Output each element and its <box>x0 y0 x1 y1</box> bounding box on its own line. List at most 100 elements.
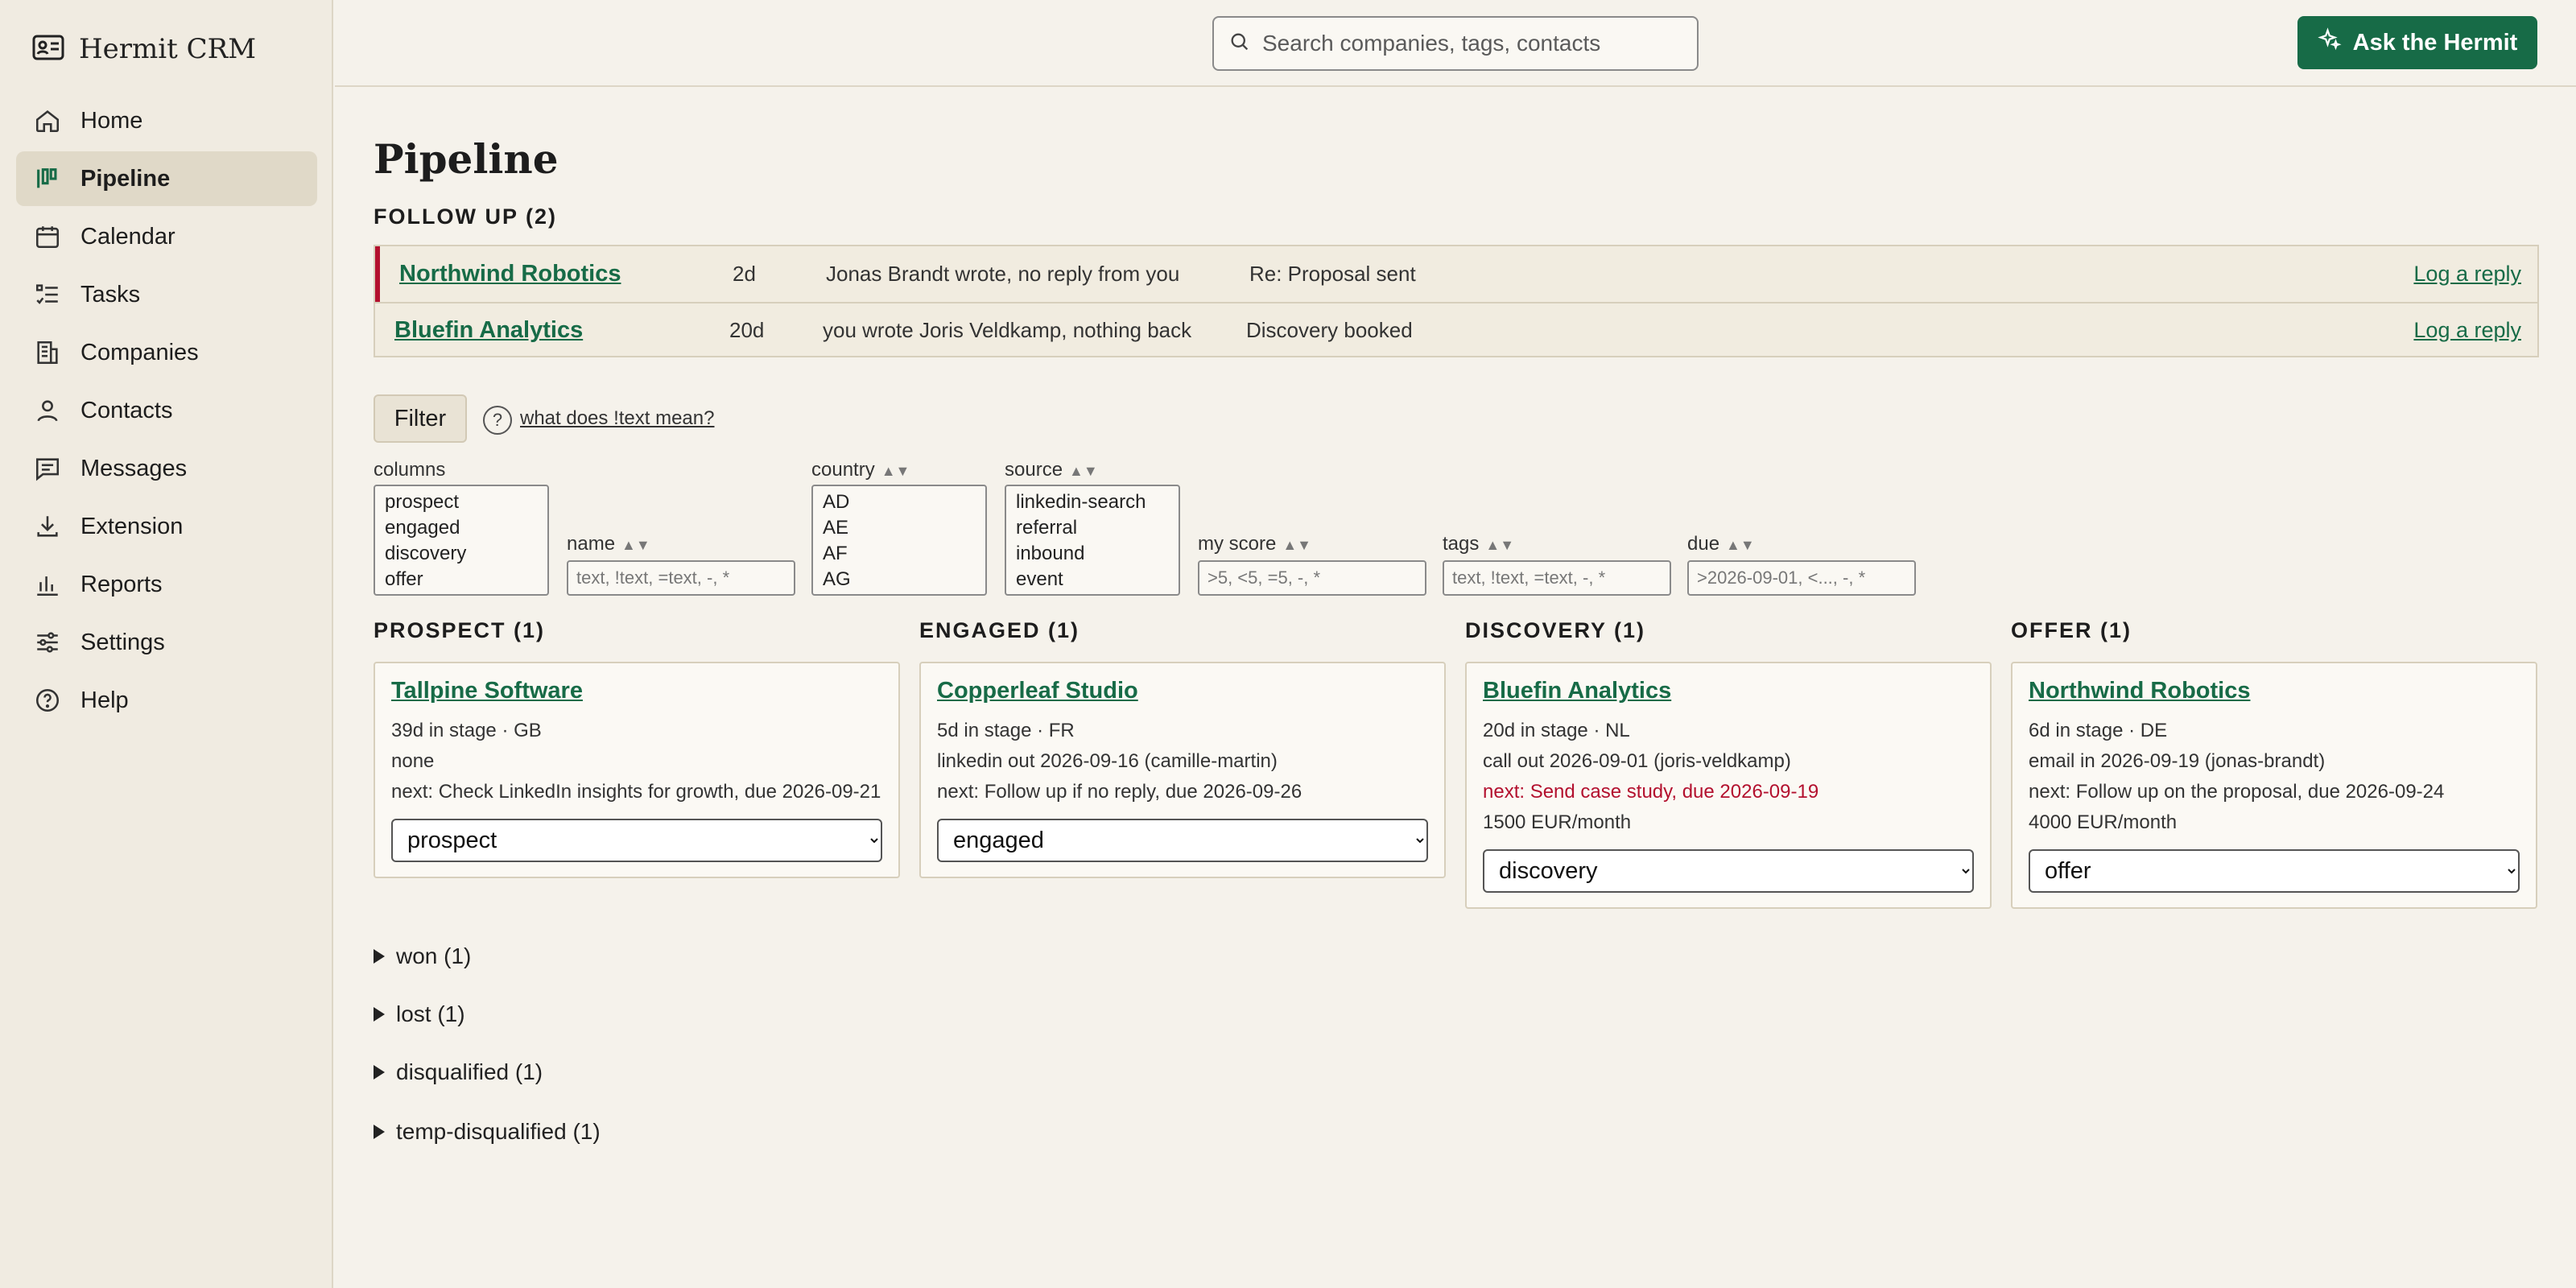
sidebar-item-extension[interactable]: Extension <box>16 499 317 554</box>
filter-button[interactable]: Filter <box>374 394 467 443</box>
sidebar-item-tasks[interactable]: Tasks <box>16 267 317 322</box>
stage-select[interactable]: engaged <box>937 819 1428 862</box>
sidebar-item-companies[interactable]: Companies <box>16 325 317 380</box>
country-multiselect[interactable]: AD AE AF AG <box>811 485 987 596</box>
stage-title-engaged: ENGAGED (1) <box>919 618 1080 642</box>
sidebar-item-pipeline[interactable]: Pipeline <box>16 151 317 206</box>
followup-message: you wrote Joris Veldkamp, nothing back <box>823 318 1192 342</box>
sort-icon[interactable]: ▲▼ <box>1069 463 1098 479</box>
sort-icon[interactable]: ▲▼ <box>881 463 910 479</box>
followup-list: Northwind Robotics 2d Jonas Brandt wrote… <box>374 245 2539 357</box>
building-icon <box>34 339 61 366</box>
download-icon <box>34 513 61 540</box>
deal-next-step: next: Follow up if no reply, due 2026-09… <box>937 781 1302 803</box>
sparkle-icon <box>2317 27 2342 58</box>
brand[interactable]: Hermit CRM <box>32 31 256 68</box>
followup-company-link[interactable]: Bluefin Analytics <box>394 317 583 344</box>
deal-stage-info: 20d in stage · NL <box>1483 720 1630 741</box>
sort-icon[interactable]: ▲▼ <box>1485 537 1514 553</box>
country-option[interactable]: AE <box>823 515 976 541</box>
deal-card: Tallpine Software 39d in stage · GB none… <box>374 662 900 878</box>
sidebar-item-label: Help <box>80 687 129 713</box>
group-label: temp-disqualified (1) <box>396 1119 601 1144</box>
log-reply-link[interactable]: Log a reply <box>2413 262 2521 287</box>
sidebar-item-calendar[interactable]: Calendar <box>16 209 317 264</box>
due-filter-input[interactable] <box>1687 560 1916 596</box>
score-filter-input[interactable] <box>1198 560 1426 596</box>
help-circle-icon[interactable]: ? <box>483 406 512 435</box>
source-filter-label[interactable]: source ▲▼ <box>1005 459 1098 481</box>
tags-filter-label[interactable]: tags ▲▼ <box>1443 533 1514 555</box>
calendar-icon <box>34 223 61 250</box>
group-label: won (1) <box>396 943 472 968</box>
ask-the-hermit-button[interactable]: Ask the Hermit <box>2297 16 2537 69</box>
columns-option[interactable]: prospect <box>385 489 538 515</box>
sort-icon[interactable]: ▲▼ <box>621 537 650 553</box>
followup-title: FOLLOW UP (2) <box>374 204 557 229</box>
followup-company-link[interactable]: Northwind Robotics <box>399 261 621 287</box>
group-label: lost (1) <box>396 1001 465 1026</box>
tags-label-text: tags <box>1443 533 1480 555</box>
source-option[interactable]: referral <box>1016 515 1169 541</box>
sidebar-item-help[interactable]: Help <box>16 673 317 728</box>
country-option[interactable]: AF <box>823 541 976 567</box>
sidebar-item-label: Settings <box>80 629 165 655</box>
sidebar-item-settings[interactable]: Settings <box>16 615 317 670</box>
source-option[interactable]: linkedin-search <box>1016 489 1169 515</box>
country-filter-label[interactable]: country ▲▼ <box>811 459 910 481</box>
top-bar: Ask the Hermit <box>335 0 2576 87</box>
source-label-text: source <box>1005 459 1063 481</box>
deal-company-link[interactable]: Northwind Robotics <box>2029 678 2520 704</box>
source-option[interactable]: inbound <box>1016 541 1169 567</box>
deal-next-step-overdue: next: Send case study, due 2026-09-19 <box>1483 781 1819 803</box>
collapsed-group-temp-disqualified[interactable]: temp-disqualified (1) <box>374 1119 601 1145</box>
tags-filter-input[interactable] <box>1443 560 1671 596</box>
sidebar-item-reports[interactable]: Reports <box>16 557 317 612</box>
stage-select[interactable]: offer <box>2029 849 2520 893</box>
followup-subject: Discovery booked <box>1246 318 1413 342</box>
columns-label-text: columns <box>374 459 446 481</box>
stage-title-discovery: DISCOVERY (1) <box>1465 618 1646 642</box>
due-filter-label[interactable]: due ▲▼ <box>1687 533 1755 555</box>
country-option[interactable]: AD <box>823 489 976 515</box>
log-reply-link[interactable]: Log a reply <box>2413 318 2521 343</box>
followup-subject: Re: Proposal sent <box>1249 262 1416 286</box>
columns-multiselect[interactable]: prospect engaged discovery offer <box>374 485 549 596</box>
collapsed-group-lost[interactable]: lost (1) <box>374 1001 465 1027</box>
columns-option[interactable]: offer <box>385 567 538 592</box>
search-box[interactable] <box>1212 16 1699 71</box>
sidebar-item-label: Reports <box>80 571 163 597</box>
filter-help-link[interactable]: what does !text mean? <box>520 407 714 430</box>
sidebar-item-messages[interactable]: Messages <box>16 441 317 496</box>
sidebar-item-label: Home <box>80 107 143 134</box>
deal-company-link[interactable]: Tallpine Software <box>391 678 882 704</box>
name-filter-input[interactable] <box>567 560 795 596</box>
name-filter-label[interactable]: name ▲▼ <box>567 533 650 555</box>
sort-icon[interactable]: ▲▼ <box>1726 537 1755 553</box>
columns-option[interactable]: engaged <box>385 515 538 541</box>
followup-age: 2d <box>733 262 756 286</box>
country-label-text: country <box>811 459 875 481</box>
source-option[interactable]: event <box>1016 567 1169 592</box>
sliders-icon <box>34 629 61 656</box>
source-multiselect[interactable]: linkedin-search referral inbound event <box>1005 485 1180 596</box>
followup-message: Jonas Brandt wrote, no reply from you <box>826 262 1180 286</box>
deal-company-link[interactable]: Bluefin Analytics <box>1483 678 1974 704</box>
columns-option[interactable]: discovery <box>385 541 538 567</box>
followup-row: Northwind Robotics 2d Jonas Brandt wrote… <box>375 246 2537 302</box>
search-input[interactable] <box>1262 31 1681 56</box>
stage-select[interactable]: prospect <box>391 819 882 862</box>
deal-company-link[interactable]: Copperleaf Studio <box>937 678 1428 704</box>
sort-icon[interactable]: ▲▼ <box>1282 537 1311 553</box>
sidebar-item-contacts[interactable]: Contacts <box>16 383 317 438</box>
sidebar-item-home[interactable]: Home <box>16 93 317 148</box>
stage-select[interactable]: discovery <box>1483 849 1974 893</box>
followup-row: Bluefin Analytics 20d you wrote Joris Ve… <box>375 302 2537 357</box>
collapsed-group-won[interactable]: won (1) <box>374 943 471 969</box>
score-filter-label[interactable]: my score ▲▼ <box>1198 533 1311 555</box>
stage-title-offer: OFFER (1) <box>2011 618 2132 642</box>
collapsed-group-disqualified[interactable]: disqualified (1) <box>374 1059 543 1085</box>
country-option[interactable]: AG <box>823 567 976 592</box>
bar-chart-icon <box>34 571 61 598</box>
sidebar-item-label: Extension <box>80 513 184 539</box>
